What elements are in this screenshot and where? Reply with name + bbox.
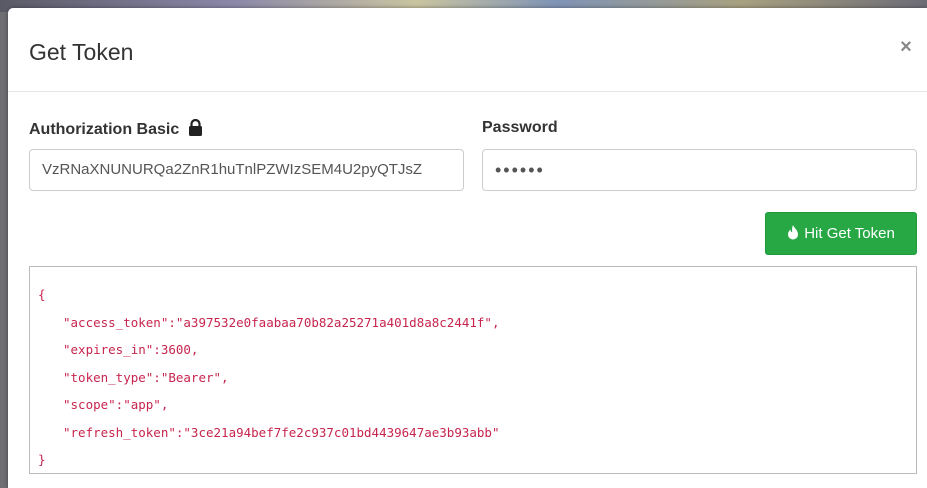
fire-icon	[787, 215, 799, 256]
json-open-brace: {	[38, 287, 46, 302]
json-close-brace: }	[38, 452, 46, 467]
authorization-label: Authorization Basic	[29, 118, 203, 141]
authorization-label-text: Authorization Basic	[29, 121, 180, 138]
json-line-scope: "scope":"app",	[63, 397, 169, 412]
get-token-modal: Get Token × Authorization Basic Password…	[8, 8, 927, 488]
json-line-access-token: "access_token":"a397532e0faabaa70b82a252…	[63, 314, 500, 330]
json-line-refresh-token: "refresh_token":"3ce21a94bef7fe2c937c01b…	[63, 424, 500, 440]
hit-get-token-button[interactable]: Hit Get Token	[765, 212, 917, 255]
password-label: Password	[482, 119, 558, 136]
modal-header: Get Token ×	[8, 8, 927, 92]
modal-title: Get Token	[29, 39, 134, 65]
password-input[interactable]: ••••••	[482, 149, 917, 191]
token-response-output: { "access_token":"a397532e0faabaa70b82a2…	[29, 266, 917, 474]
authorization-input[interactable]: VzRNaXNUNURQa2ZnR1huTnlPZWIzSEM4U2pyQTJs…	[29, 149, 464, 191]
close-icon[interactable]: ×	[895, 36, 917, 58]
json-line-expires-in: "expires_in":3600,	[63, 342, 199, 357]
hit-get-token-label: Hit Get Token	[804, 225, 895, 242]
lock-icon	[188, 118, 203, 141]
json-line-token-type: "token_type":"Bearer",	[63, 369, 229, 385]
